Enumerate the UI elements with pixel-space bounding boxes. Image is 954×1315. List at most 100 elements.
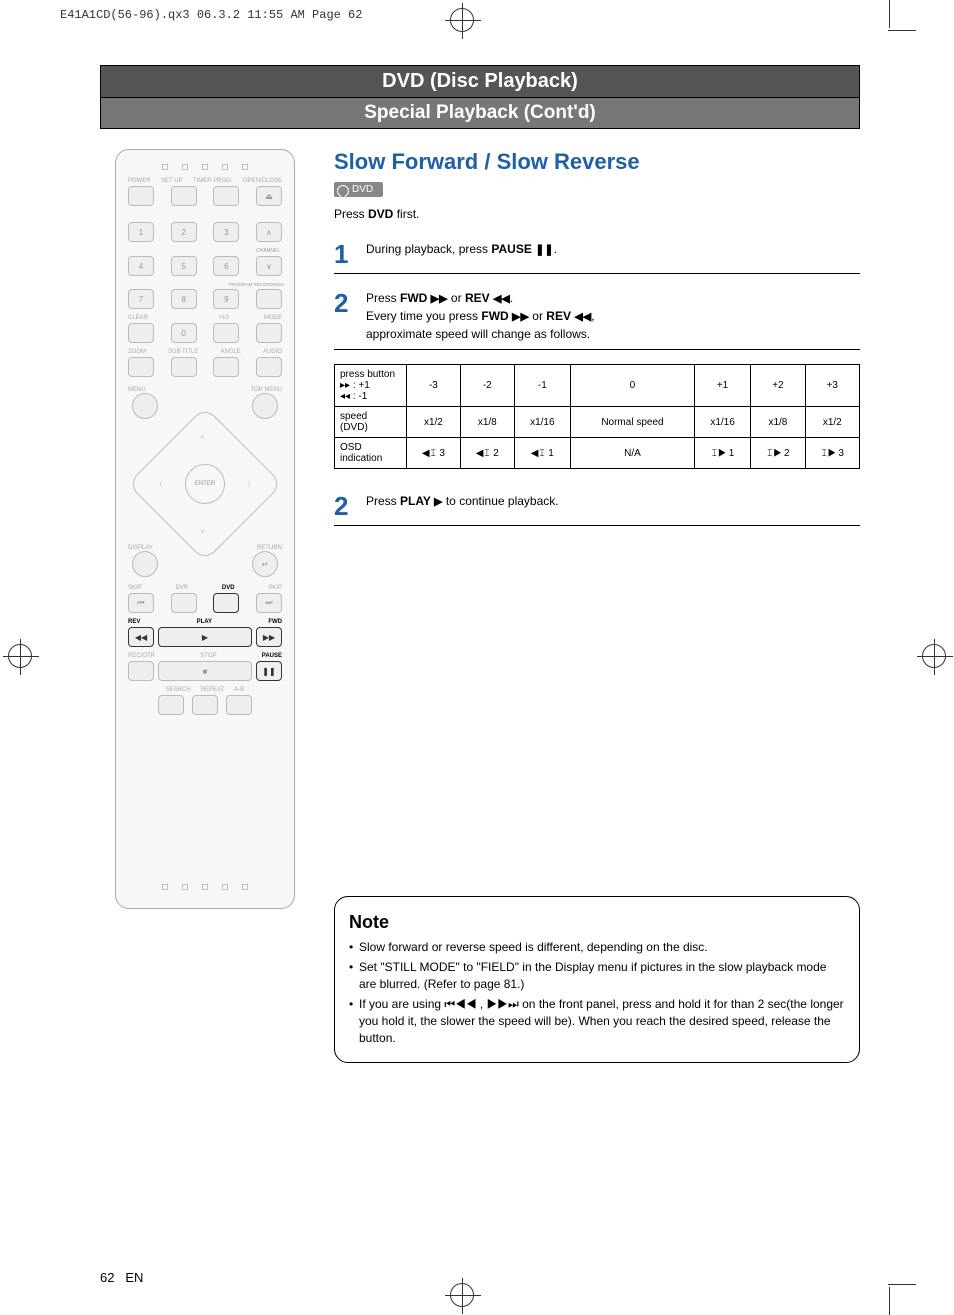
clear-button[interactable] [128, 323, 154, 343]
press-dvd-first: Press DVD first. [334, 207, 860, 221]
channel-down-button[interactable]: ∨ [256, 256, 282, 276]
text-bold: REV [546, 309, 574, 323]
power-button[interactable] [128, 186, 154, 206]
play-button[interactable]: ▶ [158, 627, 252, 647]
step-body: Press FWD ▶▶ or REV ◀◀. Every time you p… [366, 290, 595, 343]
note-box: Note Slow forward or reverse speed is di… [334, 896, 860, 1062]
text: to continue playback. [443, 494, 559, 508]
table-header: -1 [514, 365, 570, 407]
text: Press [366, 494, 400, 508]
note-item: If you are using ⏮◀◀ , ▶▶⏭ on the front … [349, 996, 845, 1048]
return-button[interactable]: ↵ [252, 551, 278, 577]
skip-forward-button[interactable]: ⏭ [256, 593, 282, 613]
table-header: +3 [805, 365, 859, 407]
plus10-button[interactable] [213, 323, 239, 343]
table-cell: OSD indication [335, 438, 407, 469]
text-bold: PAUSE [491, 242, 535, 256]
rec-otr-button[interactable] [128, 661, 154, 681]
registration-mark-icon [450, 8, 474, 32]
menu-button[interactable] [132, 393, 158, 419]
registration-mark-icon [450, 1283, 474, 1307]
number-9-button[interactable]: 9 [213, 289, 239, 309]
table-cell: 𝙸▶ 3 [805, 438, 859, 469]
channel-up-button[interactable]: ∧ [256, 222, 282, 242]
pause-button[interactable]: ❚❚ [256, 661, 282, 681]
table-cell: 𝙸▶ 2 [751, 438, 805, 469]
setup-button[interactable] [171, 186, 197, 206]
timer-prog-button[interactable] [213, 186, 239, 206]
fwd-button[interactable]: ▶▶ [256, 627, 282, 647]
table-cell: x1/2 [407, 407, 461, 438]
number-7-button[interactable]: 7 [128, 289, 154, 309]
number-1-button[interactable]: 1 [128, 222, 154, 242]
subtitle-button[interactable] [171, 357, 197, 377]
note-item: Set "STILL MODE" to "FIELD" in the Displ… [349, 959, 845, 994]
display-button[interactable] [132, 551, 158, 577]
step-number: 2 [334, 493, 356, 519]
table-cell: ◀𝙸 1 [514, 438, 570, 469]
number-0-button[interactable]: 0 [171, 323, 197, 343]
mode-button[interactable] [256, 323, 282, 343]
audio-button[interactable] [256, 357, 282, 377]
table-cell: x1/8 [751, 407, 805, 438]
stop-button[interactable]: ■ [158, 661, 252, 681]
speed-table: press button ▸▸ : +1 ◂◂ : -1 -3 -2 -1 0 … [334, 364, 860, 469]
table-cell: x1/2 [805, 407, 859, 438]
text: or [448, 291, 465, 305]
instructions-column: Slow Forward / Slow Reverse DVD Press DV… [334, 149, 860, 1063]
table-header: press button ▸▸ : +1 ◂◂ : -1 [335, 365, 407, 407]
angle-button[interactable] [213, 357, 239, 377]
enter-button[interactable]: ENTER [185, 464, 225, 504]
repeat-button[interactable] [192, 695, 218, 715]
dvr-button[interactable] [171, 593, 197, 613]
table-cell: ◀𝙸 2 [460, 438, 514, 469]
text: . [510, 291, 513, 305]
step-body: During playback, press PAUSE ❚❚. [366, 241, 557, 267]
number-8-button[interactable]: 8 [171, 289, 197, 309]
crop-mark-icon [888, 1284, 916, 1285]
search-button[interactable] [158, 695, 184, 715]
top-menu-button[interactable] [252, 393, 278, 419]
step-body: Press PLAY ▶ to continue playback. [366, 493, 559, 519]
table-row: speed (DVD) x1/2 x1/8 x1/16 Normal speed… [335, 407, 860, 438]
table-row: OSD indication ◀𝙸 3 ◀𝙸 2 ◀𝙸 1 N/A 𝙸▶ 1 𝙸… [335, 438, 860, 469]
program-recordings-button[interactable] [256, 289, 282, 309]
skip-back-button[interactable]: ⏮ [128, 593, 154, 613]
dvd-badge-icon: DVD [334, 182, 383, 197]
file-header: E41A1CD(56-96).qx3 06.3.2 11:55 AM Page … [60, 8, 362, 22]
nav-pad[interactable]: ENTER ∧ ∨ 〈 〉 [150, 429, 260, 539]
text-bold: DVD [368, 207, 393, 221]
zoom-button[interactable] [128, 357, 154, 377]
number-3-button[interactable]: 3 [213, 222, 239, 242]
table-cell: x1/8 [460, 407, 514, 438]
fwd-icon: ▶▶ [431, 293, 448, 305]
page-footer: 62 EN [100, 1270, 143, 1285]
number-2-button[interactable]: 2 [171, 222, 197, 242]
step-1: 1 During playback, press PAUSE ❚❚. [334, 235, 860, 274]
number-4-button[interactable]: 4 [128, 256, 154, 276]
fwd-icon: ▶▶ [512, 311, 529, 323]
a-b-button[interactable] [226, 695, 252, 715]
table-header: -3 [407, 365, 461, 407]
number-5-button[interactable]: 5 [171, 256, 197, 276]
text-bold: FWD [400, 291, 431, 305]
table-header: 0 [570, 365, 694, 407]
pause-icon: ❚❚ [535, 244, 553, 256]
dvd-button[interactable] [213, 593, 239, 613]
text: first. [393, 207, 419, 221]
crop-mark-icon [889, 1287, 890, 1315]
header-bar: DVD (Disc Playback) [100, 65, 860, 98]
text: approximate speed will change as follows… [366, 327, 590, 341]
table-cell: speed (DVD) [335, 407, 407, 438]
play-icon: ▶ [434, 496, 442, 508]
table-cell: x1/16 [514, 407, 570, 438]
text: or [529, 309, 546, 323]
crop-mark-icon [888, 30, 916, 31]
table-cell: Normal speed [570, 407, 694, 438]
step-number: 1 [334, 241, 356, 267]
subheader-bar: Special Playback (Cont'd) [100, 98, 860, 129]
open-close-button[interactable]: ⏏ [256, 186, 282, 206]
note-item: Slow forward or reverse speed is differe… [349, 939, 845, 956]
number-6-button[interactable]: 6 [213, 256, 239, 276]
rev-button[interactable]: ◀◀ [128, 627, 154, 647]
